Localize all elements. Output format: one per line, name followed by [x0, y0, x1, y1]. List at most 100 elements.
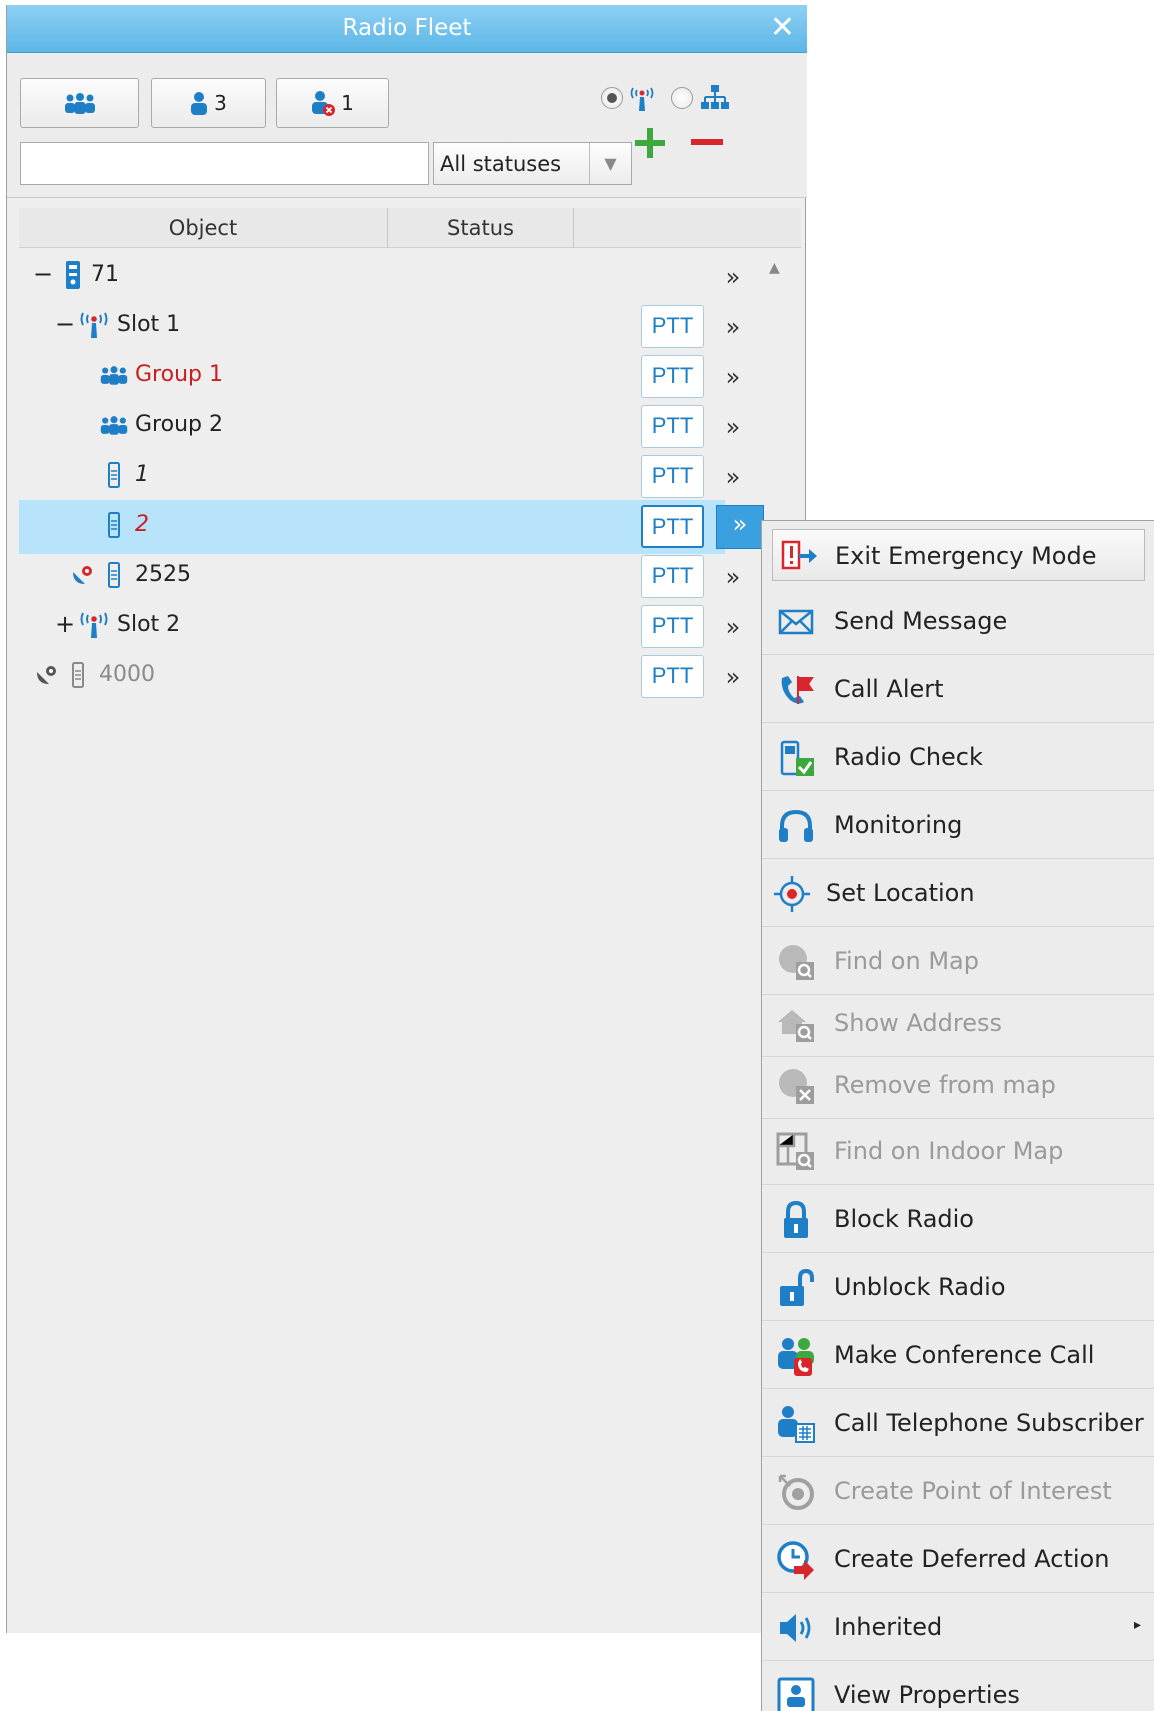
- ptt-button[interactable]: PTT: [641, 605, 704, 648]
- point-of-interest-icon: [778, 1474, 814, 1510]
- tree-row-radio-1[interactable]: 1 PTT »: [19, 450, 740, 504]
- tree-row-radio-2[interactable]: 2 PTT »: [19, 500, 764, 554]
- ptt-button[interactable]: PTT: [641, 455, 704, 498]
- target-icon: [774, 876, 810, 912]
- menu-item-view-properties[interactable]: View Properties: [762, 1661, 1154, 1711]
- tree-row-slot-1[interactable]: − Slot 1 PTT »: [19, 300, 740, 354]
- deferred-action-icon: [777, 1541, 814, 1580]
- ptt-button[interactable]: PTT: [641, 405, 704, 448]
- menu-item-set-location[interactable]: Set Location: [762, 859, 1154, 927]
- tree-row-radio-4000[interactable]: 4000 PTT »: [19, 650, 740, 704]
- menu-item-inherited[interactable]: Inherited ▸: [762, 1593, 1154, 1661]
- column-header-object[interactable]: Object: [19, 216, 387, 240]
- ptt-button[interactable]: PTT: [641, 355, 704, 398]
- tree-row-slot-2[interactable]: + Slot 2 PTT »: [19, 600, 740, 654]
- actions-menu-button[interactable]: »: [713, 659, 753, 697]
- ptt-button[interactable]: PTT: [641, 305, 704, 348]
- hierarchy-icon: [701, 85, 729, 109]
- scroll-up-arrow-icon[interactable]: ▲: [769, 260, 780, 276]
- repeater-icon: [66, 261, 80, 289]
- window-title: Radio Fleet: [342, 15, 472, 41]
- tree-row-label: 71: [91, 262, 119, 287]
- tree-row-label: 2: [135, 512, 149, 537]
- radio-tower-icon: [80, 312, 108, 338]
- menu-item-monitoring[interactable]: Monitoring: [762, 791, 1154, 859]
- location-dish-offline-icon: [37, 666, 56, 684]
- tree-row-label: 2525: [135, 562, 191, 587]
- menu-item-find-on-map[interactable]: Find on Map: [762, 927, 1154, 995]
- actions-menu-button[interactable]: »: [713, 459, 753, 497]
- offline-radios-filter-button[interactable]: 1: [276, 78, 389, 128]
- ptt-button[interactable]: PTT: [641, 505, 704, 548]
- call-alert-icon: [781, 676, 814, 704]
- column-header-status[interactable]: Status: [388, 216, 573, 240]
- tree-row-71[interactable]: − 71 »: [19, 250, 740, 304]
- telephone-subscriber-icon: [778, 1406, 815, 1443]
- user-icon: [191, 92, 208, 115]
- ptt-button[interactable]: PTT: [641, 655, 704, 698]
- tree-row-label: Group 1: [135, 362, 223, 387]
- title-bar: Radio Fleet ✕: [7, 5, 807, 53]
- radio-fleet-panel: Radio Fleet ✕ 3 1 All statuses ▼ Object …: [6, 5, 807, 1633]
- menu-item-find-on-indoor-map[interactable]: Find on Indoor Map: [762, 1117, 1154, 1185]
- menu-item-exit-emergency-mode[interactable]: Exit Emergency Mode: [772, 529, 1145, 581]
- column-separator: [573, 208, 574, 248]
- hierarchy-view-radio-button[interactable]: [671, 87, 693, 109]
- globe-search-icon: [779, 945, 814, 980]
- actions-menu-button[interactable]: »: [713, 309, 753, 347]
- tree-row-label: Slot 2: [117, 612, 181, 637]
- remove-icon[interactable]: [689, 135, 725, 149]
- speaker-icon: [780, 1614, 811, 1642]
- menu-item-label: Find on Map: [834, 947, 979, 975]
- actions-menu-button[interactable]: »: [716, 505, 764, 549]
- menu-item-label: Show Address: [834, 1009, 1002, 1037]
- menu-item-label: Call Telephone Subscriber: [834, 1409, 1144, 1437]
- menu-item-send-message[interactable]: Send Message: [762, 587, 1154, 655]
- radio-tower-icon: [80, 612, 108, 638]
- actions-menu-button[interactable]: »: [713, 409, 753, 447]
- menu-item-remove-from-map[interactable]: Remove from map: [762, 1051, 1154, 1119]
- menu-item-unblock-radio[interactable]: Unblock Radio: [762, 1253, 1154, 1321]
- user-offline-icon: [312, 91, 336, 116]
- menu-item-call-telephone-subscriber[interactable]: Call Telephone Subscriber: [762, 1389, 1154, 1457]
- menu-item-label: Remove from map: [834, 1071, 1056, 1099]
- add-icon[interactable]: [632, 125, 668, 161]
- menu-item-make-conference-call[interactable]: Make Conference Call: [762, 1321, 1154, 1389]
- menu-item-label: Exit Emergency Mode: [835, 542, 1097, 570]
- menu-item-call-alert[interactable]: Call Alert: [762, 655, 1154, 723]
- menu-item-block-radio[interactable]: Block Radio: [762, 1185, 1154, 1253]
- close-icon[interactable]: ✕: [770, 11, 795, 45]
- menu-item-show-address[interactable]: Show Address: [762, 989, 1154, 1057]
- radios-filter-button[interactable]: 3: [151, 78, 266, 128]
- group-icon: [100, 416, 128, 435]
- collapse-toggle[interactable]: −: [33, 260, 53, 288]
- tree-row-radio-2525[interactable]: 2525 PTT »: [19, 550, 740, 604]
- actions-menu-button[interactable]: »: [713, 559, 753, 597]
- radio-check-icon: [780, 740, 814, 776]
- house-search-icon: [778, 1010, 814, 1042]
- status-filter-select[interactable]: All statuses ▼: [433, 142, 632, 185]
- tree-row-label: Group 2: [135, 412, 223, 437]
- group-icon: [100, 366, 128, 385]
- actions-menu-button[interactable]: »: [713, 259, 753, 297]
- menu-item-create-deferred-action[interactable]: Create Deferred Action: [762, 1525, 1154, 1593]
- talkgroups-filter-button[interactable]: [20, 78, 139, 128]
- menu-item-create-point-of-interest[interactable]: Create Point of Interest: [762, 1457, 1154, 1525]
- radio-view-radio-button[interactable]: [601, 87, 623, 109]
- toolbar: 3 1 All statuses ▼: [7, 53, 807, 198]
- menu-item-label: Send Message: [834, 607, 1008, 635]
- actions-menu-button[interactable]: »: [713, 609, 753, 647]
- menu-item-radio-check[interactable]: Radio Check: [762, 723, 1154, 791]
- menu-item-label: Call Alert: [834, 675, 944, 703]
- tree-row-label: 1: [135, 462, 149, 487]
- search-input[interactable]: [20, 142, 429, 185]
- menu-item-label: Create Point of Interest: [834, 1477, 1112, 1505]
- actions-menu-button[interactable]: »: [713, 359, 753, 397]
- collapse-toggle[interactable]: −: [55, 310, 75, 338]
- tree-row-label: 4000: [99, 662, 155, 687]
- expand-toggle[interactable]: +: [55, 610, 75, 638]
- tree-row-group-2[interactable]: Group 2 PTT »: [19, 400, 740, 454]
- lock-icon: [784, 1200, 808, 1238]
- ptt-button[interactable]: PTT: [641, 555, 704, 598]
- tree-row-group-1[interactable]: Group 1 PTT »: [19, 350, 740, 404]
